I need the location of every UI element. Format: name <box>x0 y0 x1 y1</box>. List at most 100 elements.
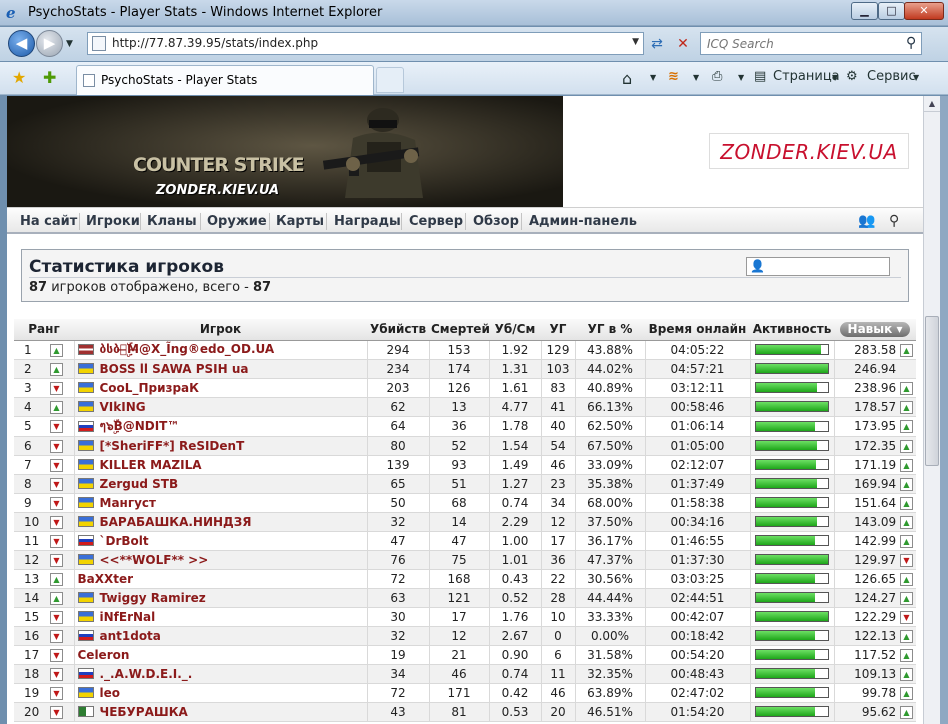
player-name-link[interactable]: [*SheriFF*] ReSIDenT <box>100 439 245 453</box>
player-name-link[interactable]: VIkING <box>100 400 146 414</box>
table-row[interactable]: 18 ▼ ._.A.W.D.E.I._. 34 46 0.74 11 32.35% 00:48:… <box>14 664 916 684</box>
player-cell[interactable]: CooL_ПризраК <box>73 378 367 398</box>
player-name-link[interactable]: ბსბ๖̶ۣۜM̶@X_Ĩng®edo_OD.UA <box>100 342 275 357</box>
page-dropdown-icon[interactable]: ▼ <box>832 73 838 82</box>
vertical-scrollbar[interactable]: ▲ <box>923 96 940 724</box>
col-kd[interactable]: Уб/См <box>489 319 541 341</box>
table-row[interactable]: 7 ▼ KILLER MAZILA 139 93 1.49 46 33.09% 02:12:07… <box>14 455 916 475</box>
col-skill[interactable]: Навык ▾ <box>834 319 916 341</box>
print-dropdown-icon[interactable]: ▼ <box>738 73 744 82</box>
player-name-link[interactable]: Twiggy Ramirez <box>100 591 206 605</box>
player-name-link[interactable]: leo <box>100 686 121 700</box>
player-name-link[interactable]: CooL_ПризраК <box>100 381 199 395</box>
player-cell[interactable]: Celeron <box>73 645 367 665</box>
player-name-link[interactable]: <<**WOLF** >> <box>100 553 209 567</box>
add-favorite-icon[interactable]: ✚ <box>43 68 56 87</box>
player-name-link[interactable]: `DrBolt <box>100 534 149 548</box>
menu-item-clans[interactable]: Кланы <box>147 214 197 229</box>
player-name-link[interactable]: БАРАБАШКА.НИНДЗЯ <box>100 515 252 529</box>
menu-item-awards[interactable]: Награды <box>334 214 401 229</box>
new-tab-button[interactable] <box>376 67 404 93</box>
player-cell[interactable]: KILLER MAZILA <box>73 455 367 475</box>
close-button[interactable]: ✕ <box>904 2 944 20</box>
player-cell[interactable]: BaXXter <box>73 569 367 589</box>
col-deaths[interactable]: Смертей <box>429 319 490 341</box>
col-hs[interactable]: УГ <box>541 319 575 341</box>
player-cell[interactable]: [*SheriFF*] ReSIDenT <box>73 436 367 456</box>
table-row[interactable]: 3 ▼ CooL_ПризраК 203 126 1.61 83 40.89% 03:12:11… <box>14 378 916 398</box>
player-cell[interactable]: <<**WOLF** >> <box>73 550 367 570</box>
refresh-icon[interactable]: ⇄ <box>648 36 666 54</box>
table-row[interactable]: 14 ▲ Twiggy Ramirez 63 121 0.52 28 44.44% 02:44:… <box>14 588 916 608</box>
player-name-link[interactable]: ant1dota <box>100 629 161 643</box>
page-menu-icon[interactable]: ▤ <box>754 69 766 84</box>
table-row[interactable]: 11 ▼ `DrBolt 47 47 1.00 17 36.17% 01:46:55 142.99… <box>14 531 916 551</box>
player-cell[interactable]: ЧЕБУРАШКА <box>73 702 367 722</box>
table-row[interactable]: 20 ▼ ЧЕБУРАШКА 43 81 0.53 20 46.51% 01:54:20 95.6… <box>14 702 916 722</box>
feeds-dropdown-icon[interactable]: ▼ <box>693 73 699 82</box>
table-row[interactable]: 8 ▼ Zergud STB 65 51 1.27 23 35.38% 01:37:49 169.… <box>14 474 916 494</box>
player-name-link[interactable]: BaXXter <box>78 572 134 586</box>
table-row[interactable]: 19 ▼ leo 72 171 0.42 46 63.89% 02:47:02 99.78 ▲ <box>14 683 916 703</box>
table-row[interactable]: 13 ▲ BaXXter 72 168 0.43 22 30.56% 03:03:25 126.6… <box>14 569 916 589</box>
player-name-link[interactable]: Мангуст <box>100 496 157 510</box>
col-rank[interactable]: Ранг <box>14 319 74 341</box>
table-row[interactable]: 5 ▼ ๆ๖ۣۜB@NDIT™ 64 36 1.78 40 62.50% 01:06:14 173… <box>14 416 916 437</box>
stop-icon[interactable]: ✕ <box>674 36 692 54</box>
address-url[interactable]: http://77.87.39.95/stats/index.php <box>112 36 318 50</box>
scroll-thumb[interactable] <box>925 316 939 466</box>
menu-item-site[interactable]: На сайт <box>20 214 77 229</box>
player-cell[interactable]: ant1dota <box>73 626 367 646</box>
menu-item-players[interactable]: Игроки <box>86 214 140 229</box>
player-name-link[interactable]: ๆ๖ۣۜB@NDIT™ <box>100 417 180 436</box>
minimize-button[interactable]: ▁ <box>851 2 878 20</box>
favorites-star-icon[interactable]: ★ <box>12 68 26 87</box>
player-search-input[interactable]: 👤 <box>746 257 890 276</box>
tab-psychostats[interactable]: PsychoStats - Player Stats <box>76 65 374 95</box>
home-dropdown-icon[interactable]: ▼ <box>650 73 656 82</box>
table-row[interactable]: 4 ▲ VIkING 62 13 4.77 41 66.13% 00:58:46 178.57 ▲ <box>14 397 916 417</box>
magnifier-icon[interactable]: ⚲ <box>889 213 899 229</box>
menu-item-admin[interactable]: Админ-панель <box>529 214 637 229</box>
menu-item-overview[interactable]: Обзор <box>473 214 519 229</box>
table-row[interactable]: 16 ▼ ant1dota 32 12 2.67 0 0.00% 00:18:42 122.13 … <box>14 626 916 646</box>
player-name-link[interactable]: Celeron <box>78 648 130 662</box>
player-cell[interactable]: Twiggy Ramirez <box>73 588 367 608</box>
search-icon[interactable]: ⚲ <box>906 35 916 51</box>
scroll-up-icon[interactable]: ▲ <box>924 96 940 112</box>
player-name-link[interactable]: iNfErNal <box>100 610 156 624</box>
service-dropdown-icon[interactable]: ▼ <box>913 73 919 82</box>
table-row[interactable]: 15 ▼ iNfErNal 30 17 1.76 10 33.33% 00:42:07 122.2… <box>14 607 916 627</box>
player-cell[interactable]: iNfErNal <box>73 607 367 627</box>
table-row[interactable]: 12 ▼ <<**WOLF** >> 76 75 1.01 36 47.37% 01:37:30… <box>14 550 916 570</box>
maximize-button[interactable]: □ <box>878 2 905 20</box>
player-cell[interactable]: VIkING <box>73 397 367 417</box>
player-name-link[interactable]: KILLER MAZILA <box>100 458 202 472</box>
player-cell[interactable]: leo <box>73 683 367 703</box>
home-icon[interactable]: ⌂ <box>622 69 632 88</box>
search-input[interactable] <box>701 33 897 54</box>
player-cell[interactable]: `DrBolt <box>73 531 367 551</box>
menu-item-server[interactable]: Сервер <box>409 214 463 229</box>
table-row[interactable]: 1 ▲ ბსბ๖̶ۣۜM̶@X_Ĩng®edo_OD.UA 294 153 1.92 129… <box>14 340 916 360</box>
page-menu[interactable]: Страница <box>773 69 840 84</box>
table-row[interactable]: 17 ▼ Celeron 19 21 0.90 6 31.58% 00:54:20 117.52 … <box>14 645 916 665</box>
player-cell[interactable]: ._.A.W.D.E.I._. <box>73 664 367 684</box>
history-dropdown-icon[interactable]: ▼ <box>66 39 73 49</box>
player-cell[interactable]: ๆ๖ۣۜB@NDIT™ <box>73 416 367 437</box>
col-online[interactable]: Время онлайн <box>645 319 750 341</box>
player-cell[interactable]: BOSS ll SAWA PSIH ua <box>73 359 367 379</box>
zonder-logo[interactable]: ZONDER.KIEV.UA <box>709 133 909 169</box>
player-cell[interactable]: БАРАБАШКА.НИНДЗЯ <box>73 512 367 532</box>
player-name-link[interactable]: ._.A.W.D.E.I._. <box>100 667 193 681</box>
player-name-link[interactable]: ЧЕБУРАШКА <box>100 705 188 719</box>
table-row[interactable]: 10 ▼ БАРАБАШКА.НИНДЗЯ 32 14 2.29 12 37.50% 00:34… <box>14 512 916 532</box>
col-activity[interactable]: Активность <box>750 319 834 341</box>
print-icon[interactable]: ⎙ <box>712 69 722 84</box>
menu-item-maps[interactable]: Карты <box>276 214 324 229</box>
col-kills[interactable]: Убийств <box>367 319 429 341</box>
address-dropdown-icon[interactable]: ▼ <box>632 37 639 47</box>
col-hsp[interactable]: УГ в % <box>575 319 645 341</box>
skill-sort-button[interactable]: Навык ▾ <box>840 321 910 337</box>
users-icon[interactable]: 👥 <box>858 213 875 229</box>
